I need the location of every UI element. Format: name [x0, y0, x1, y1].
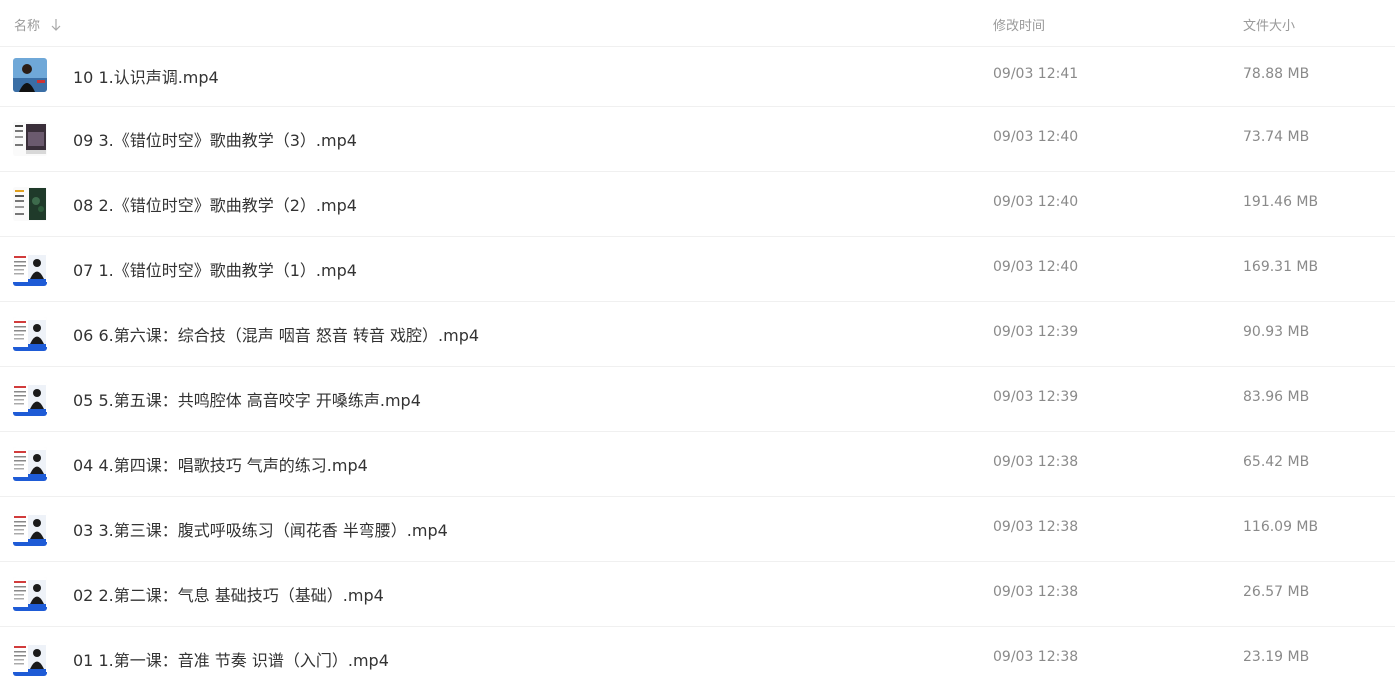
modified-time: 09/03 12:40	[993, 259, 1079, 275]
sort-by-name-button[interactable]: 名称	[14, 15, 62, 34]
file-name[interactable]: 02 2.第二课：气息 基础技巧（基础）.mp4	[73, 582, 384, 606]
file-row[interactable]: 08 2.《错位时空》歌曲教学（2）.mp4 09/03 12:40 191.4…	[0, 172, 1395, 237]
file-row[interactable]: 09 3.《错位时空》歌曲教学（3）.mp4 09/03 12:40 73.74…	[0, 107, 1395, 172]
name-column-label: 名称	[14, 19, 41, 34]
file-row[interactable]: 10 1.认识声调.mp4 09/03 12:41 78.88 MB	[0, 47, 1395, 107]
file-name[interactable]: 03 3.第三课：腹式呼吸练习（闻花香 半弯腰）.mp4	[73, 517, 448, 541]
file-size: 73.74 MB	[1243, 129, 1310, 145]
video-thumbnail	[13, 122, 47, 156]
modified-time: 09/03 12:41	[993, 66, 1079, 82]
file-row[interactable]: 02 2.第二课：气息 基础技巧（基础）.mp4 09/03 12:38 26.…	[0, 562, 1395, 627]
file-row[interactable]: 04 4.第四课：唱歌技巧 气声的练习.mp4 09/03 12:38 65.4…	[0, 432, 1395, 497]
file-name[interactable]: 07 1.《错位时空》歌曲教学（1）.mp4	[73, 257, 357, 281]
file-size: 83.96 MB	[1243, 389, 1310, 405]
video-thumbnail	[13, 58, 47, 92]
video-thumbnail	[13, 577, 47, 611]
video-thumbnail	[13, 252, 47, 286]
arrow-down-icon[interactable]	[50, 18, 62, 32]
modified-time: 09/03 12:38	[993, 649, 1079, 665]
modified-time: 09/03 12:38	[993, 584, 1079, 600]
file-name[interactable]: 08 2.《错位时空》歌曲教学（2）.mp4	[73, 192, 357, 216]
video-thumbnail	[13, 382, 47, 416]
file-name[interactable]: 01 1.第一课：音准 节奏 识谱（入门）.mp4	[73, 647, 389, 671]
file-row[interactable]: 01 1.第一课：音准 节奏 识谱（入门）.mp4 09/03 12:38 23…	[0, 627, 1395, 692]
modified-time: 09/03 12:38	[993, 519, 1079, 535]
video-thumbnail	[13, 447, 47, 481]
file-size: 78.88 MB	[1243, 66, 1310, 82]
file-row[interactable]: 03 3.第三课：腹式呼吸练习（闻花香 半弯腰）.mp4 09/03 12:38…	[0, 497, 1395, 562]
video-thumbnail	[13, 512, 47, 546]
file-name[interactable]: 04 4.第四课：唱歌技巧 气声的练习.mp4	[73, 452, 368, 476]
file-size: 26.57 MB	[1243, 584, 1310, 600]
file-size: 65.42 MB	[1243, 454, 1310, 470]
file-name[interactable]: 10 1.认识声调.mp4	[73, 64, 219, 88]
modified-time: 09/03 12:38	[993, 454, 1079, 470]
list-header: 名称 修改时间 文件大小	[0, 0, 1395, 47]
file-list: 10 1.认识声调.mp4 09/03 12:41 78.88 MB 09 3.…	[0, 47, 1395, 692]
video-thumbnail	[13, 642, 47, 676]
file-name[interactable]: 05 5.第五课：共鸣腔体 高音咬字 开嗓练声.mp4	[73, 387, 421, 411]
file-size: 191.46 MB	[1243, 194, 1319, 210]
modified-time: 09/03 12:40	[993, 194, 1079, 210]
file-size: 23.19 MB	[1243, 649, 1310, 665]
file-name[interactable]: 09 3.《错位时空》歌曲教学（3）.mp4	[73, 127, 357, 151]
file-row[interactable]: 06 6.第六课：综合技（混声 咽音 怒音 转音 戏腔）.mp4 09/03 1…	[0, 302, 1395, 367]
file-size-column-label[interactable]: 文件大小	[1243, 15, 1295, 34]
modified-time: 09/03 12:39	[993, 324, 1079, 340]
video-thumbnail	[13, 317, 47, 351]
file-name[interactable]: 06 6.第六课：综合技（混声 咽音 怒音 转音 戏腔）.mp4	[73, 322, 479, 346]
file-row[interactable]: 07 1.《错位时空》歌曲教学（1）.mp4 09/03 12:40 169.3…	[0, 237, 1395, 302]
file-size: 90.93 MB	[1243, 324, 1310, 340]
modified-time: 09/03 12:40	[993, 129, 1079, 145]
file-size: 116.09 MB	[1243, 519, 1319, 535]
modified-time-column-label[interactable]: 修改时间	[993, 15, 1045, 34]
file-size: 169.31 MB	[1243, 259, 1319, 275]
video-thumbnail	[13, 187, 47, 221]
file-row[interactable]: 05 5.第五课：共鸣腔体 高音咬字 开嗓练声.mp4 09/03 12:39 …	[0, 367, 1395, 432]
modified-time: 09/03 12:39	[993, 389, 1079, 405]
